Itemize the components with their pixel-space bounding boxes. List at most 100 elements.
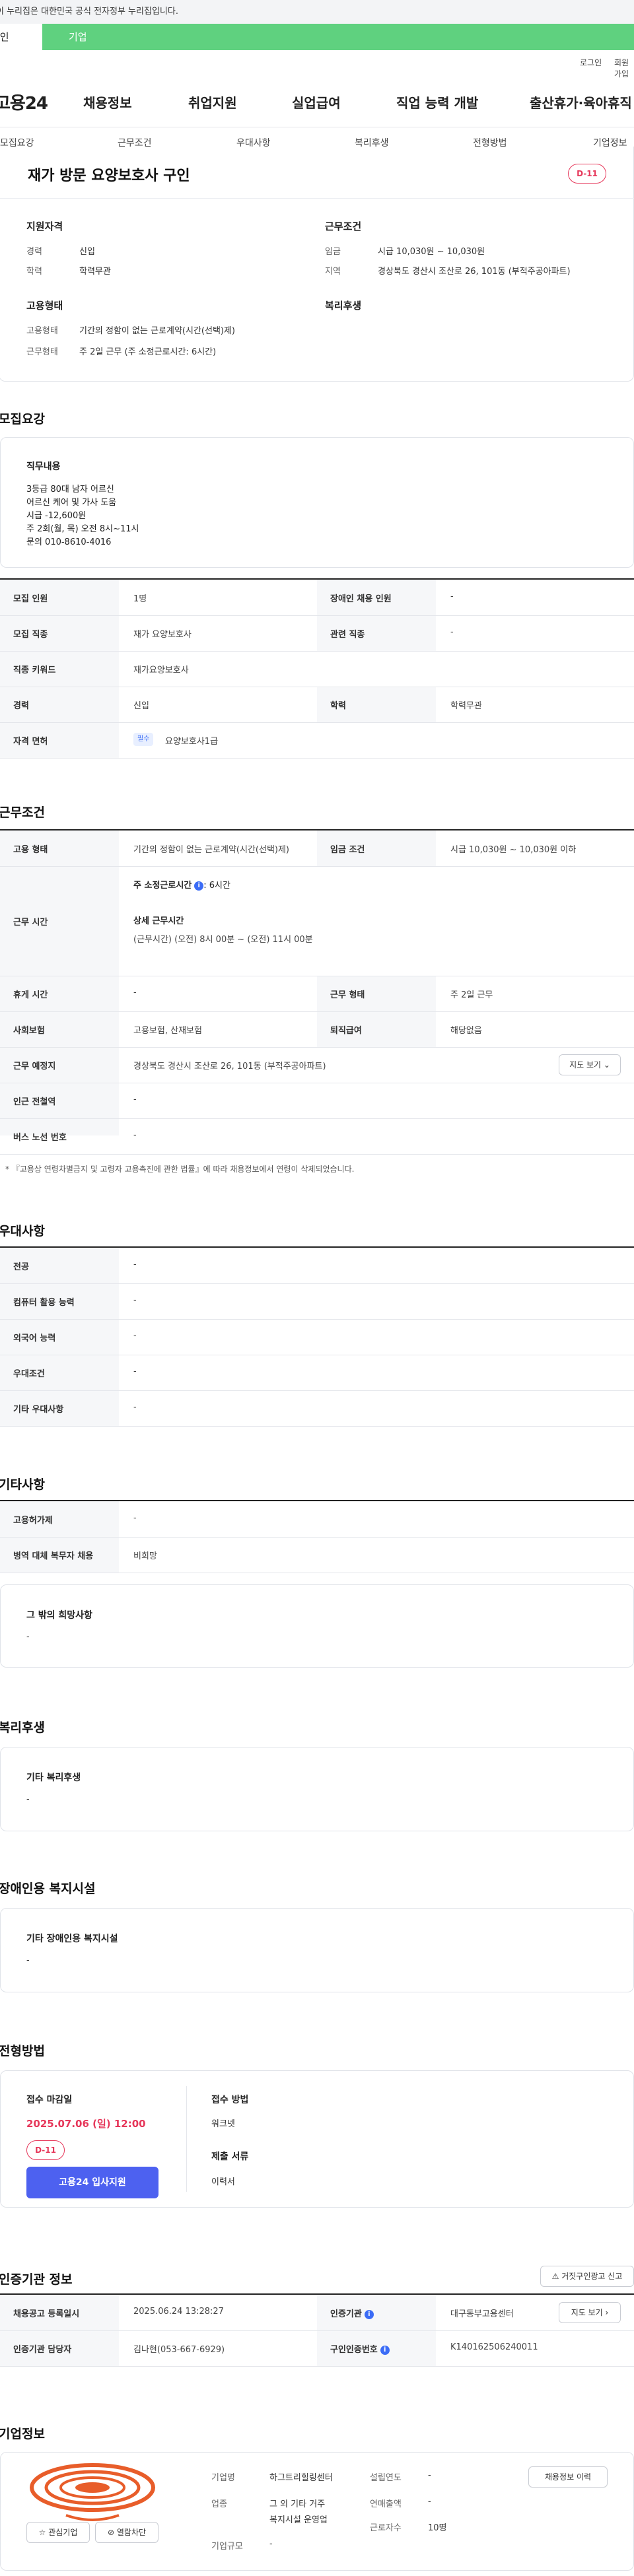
company-name-value: 하그트리힐링센터: [269, 2473, 333, 2483]
row-divider: [0, 1118, 634, 1119]
hours-detail-value: (근무시간) (오전) 8시 00분 ~ (오전) 11시 00분: [133, 935, 313, 945]
edu-row-key: 학력: [330, 701, 346, 711]
employees-value: 10명: [428, 2523, 447, 2533]
info-icon[interactable]: i: [194, 881, 204, 891]
site-tabbar: [0, 24, 634, 50]
reg-date-key: 채용공고 등록일시: [13, 2309, 80, 2319]
agency-value: 대구동부고용센터: [450, 2309, 514, 2319]
info-icon[interactable]: i: [380, 2345, 390, 2355]
location-key: 근무 예정지: [13, 1062, 56, 1071]
count-value: 1명: [133, 594, 147, 604]
disabled-card: [0, 1908, 634, 1992]
other-wish-label: 그 밖의 희망사항: [26, 1610, 92, 1621]
report-fake-ad-button[interactable]: ⚠ 거짓구인광고 신고: [540, 2266, 634, 2287]
company-name-key: 기업명: [211, 2473, 235, 2483]
row-divider: [0, 1011, 634, 1012]
gnb-employment-support[interactable]: 취업지원: [188, 92, 237, 112]
job-title: 재가 방문 요양보호사 구인: [28, 168, 190, 184]
row-divider: [0, 722, 634, 723]
gnb-parental-leave[interactable]: 출산휴가·육아휴직: [530, 92, 632, 112]
license-key: 자격 면허: [13, 737, 48, 747]
emp-type-key: 고용형태: [26, 326, 58, 336]
info-icon[interactable]: i: [364, 2309, 374, 2319]
row-divider: [0, 1047, 634, 1048]
job-content-line: 주 2회(월, 목) 오전 8시~11시: [26, 524, 139, 534]
gov-banner: 이 누리집은 대한민국 공식 전자정부 누리집입니다.: [0, 0, 634, 24]
etc-row-value: -: [133, 1513, 137, 1523]
number-key: 구인인증번호 i: [330, 2342, 390, 2355]
career-row-key: 경력: [13, 701, 29, 711]
other-wish-card: [0, 1584, 634, 1668]
career-row-value: 신입: [133, 701, 149, 711]
emp-row-value: 기간의 정함이 없는 근로계약(시간(선택)제): [133, 845, 290, 855]
pref-row-key: 컴퓨터 활용 능력: [13, 1298, 75, 1308]
site-logo[interactable]: 고용24: [0, 90, 48, 114]
pref-row-key: 외국어 능력: [13, 1334, 56, 1343]
agency-map-button[interactable]: 지도 보기 ›: [559, 2302, 621, 2323]
staff-key: 인증기관 담당자: [13, 2345, 72, 2355]
row-divider: [0, 615, 634, 616]
industry-value-2: 복지시설 운영업: [269, 2515, 328, 2525]
tab-person[interactable]: 개인: [0, 24, 42, 50]
row-divider: [0, 2366, 634, 2367]
map-button[interactable]: 지도 보기 ⌄: [559, 1054, 621, 1075]
summary-divider: [0, 198, 634, 199]
wage-value: 시급 10,030원 ~ 10,030원: [378, 247, 485, 257]
job-content-line: 어르신 케어 및 가사 도움: [26, 498, 117, 508]
pref-row-value: -: [133, 1260, 137, 1270]
docs-label: 제출 서류: [211, 2152, 249, 2162]
history-button[interactable]: 채용정보 이력: [528, 2466, 608, 2488]
region-value: 경상북도 경산시 조산로 26, 101동 (부적주공아파트): [378, 267, 571, 277]
login-link[interactable]: 로그인: [580, 57, 602, 68]
row-divider: [0, 758, 634, 759]
disabled-value: -: [450, 592, 454, 601]
welfare-etc-value: -: [26, 1794, 30, 1804]
favorite-company-button[interactable]: ☆ 관심기업: [26, 2522, 90, 2543]
pref-row-value: -: [133, 1367, 137, 1376]
selection-divider: [186, 2086, 187, 2192]
job-content-label: 직무내용: [26, 461, 61, 472]
job-value: 재가 요양보호사: [133, 630, 192, 640]
work-type-key: 근무형태: [26, 347, 58, 357]
row-divider: [0, 1426, 634, 1427]
agency-heading: 인증기관 정보: [0, 2272, 73, 2287]
pref-row-value: -: [133, 1402, 137, 1412]
wage-row-value: 시급 10,030원 ~ 10,030원 이하: [450, 845, 577, 855]
founded-value: -: [428, 2470, 431, 2480]
tab-business[interactable]: 기업: [69, 24, 87, 50]
table-top-border: [0, 829, 634, 830]
career-value: 신입: [79, 247, 95, 257]
gnb-unemployment-benefit[interactable]: 실업급여: [292, 92, 341, 112]
bell-icon: ⚠: [551, 2272, 559, 2281]
agency-key: 인증기관 i: [330, 2307, 374, 2319]
industry-key: 업종: [211, 2499, 227, 2509]
region-key: 지역: [325, 267, 341, 277]
hours-detail-label: 상세 근무시간: [133, 916, 184, 926]
join-link[interactable]: 회원가입: [614, 57, 634, 79]
staff-value: 김나현(053-667-6929): [133, 2345, 225, 2355]
job-key: 모집 직종: [13, 630, 48, 640]
pref-row-key: 전공: [13, 1262, 29, 1272]
row-divider: [0, 651, 634, 652]
apply-button[interactable]: 고용24 입사지원: [26, 2167, 158, 2198]
keyword-value: 재가요양보호사: [133, 665, 189, 675]
star-icon: ☆: [38, 2528, 46, 2537]
preference-heading: 우대사항: [0, 1224, 45, 1238]
chevron-right-icon: ›: [605, 2308, 609, 2317]
qualifications-label: 지원자격: [26, 220, 63, 232]
size-value: -: [269, 2539, 273, 2549]
method-label: 접수 방법: [211, 2095, 249, 2105]
gnb-jobs[interactable]: 채용정보: [83, 92, 132, 112]
method-value: 워크넷: [211, 2119, 235, 2129]
size-key: 기업규모: [211, 2542, 243, 2552]
docs-value: 이력서: [211, 2177, 235, 2187]
dday-badge: D-11: [568, 164, 606, 184]
etc-row-key: 고용허가제: [13, 1516, 53, 1526]
sales-value: -: [428, 2497, 431, 2507]
conditions-label: 근무조건: [325, 220, 362, 232]
disabled-key: 장애인 채용 인원: [330, 594, 392, 604]
disabled-etc-value: -: [26, 1955, 30, 1965]
block-company-button[interactable]: ⊘ 열람차단: [95, 2522, 158, 2543]
etc-heading: 기타사항: [0, 1477, 45, 1492]
gnb-job-training[interactable]: 직업 능력 개발: [396, 92, 478, 112]
